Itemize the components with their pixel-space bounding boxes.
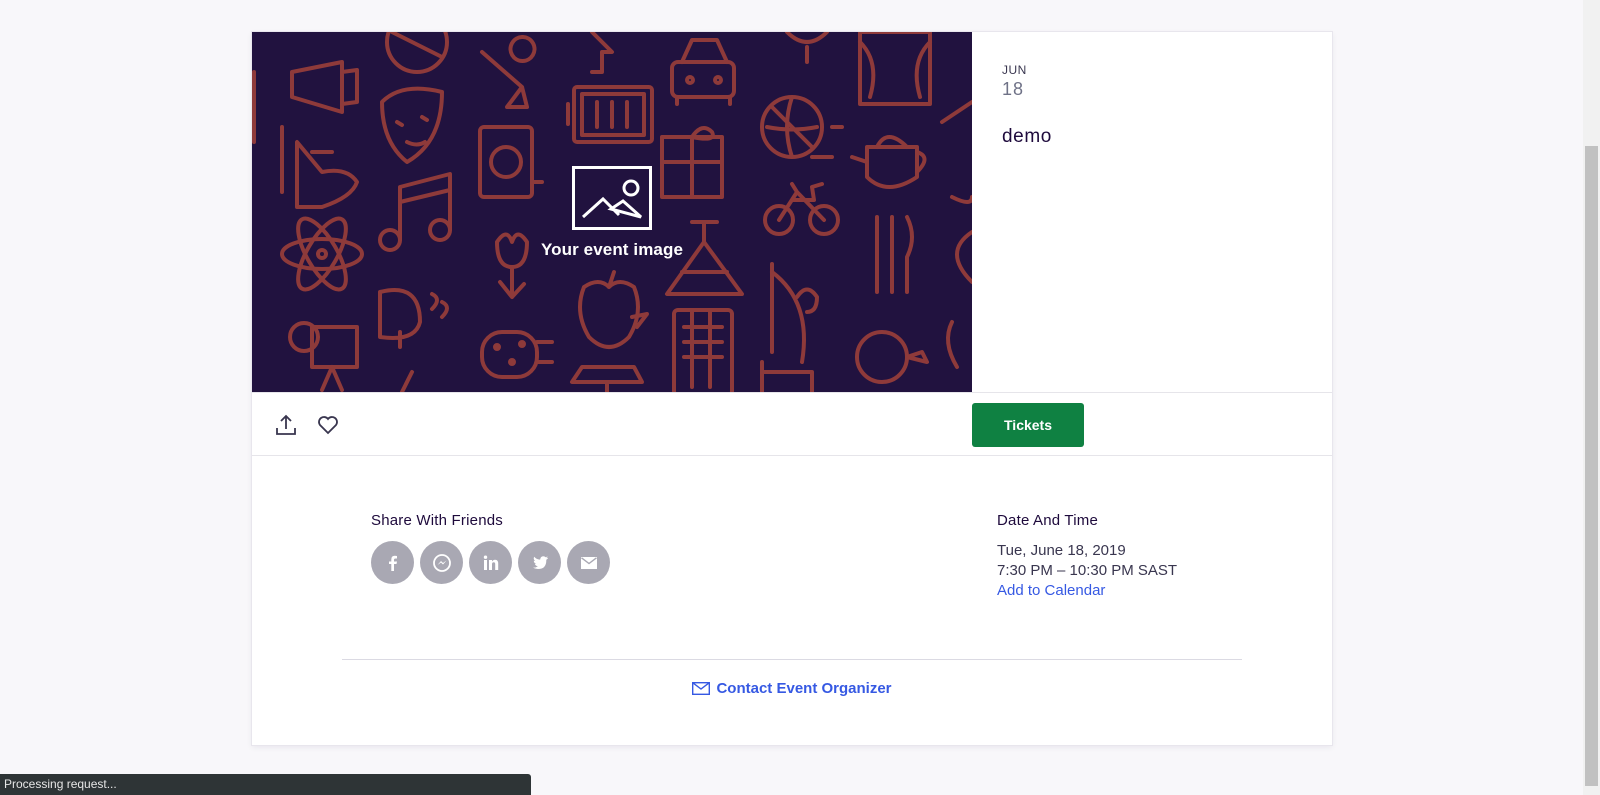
linkedin-icon	[483, 555, 498, 570]
envelope-icon	[692, 681, 711, 696]
share-heading: Share With Friends	[371, 512, 503, 529]
event-time: 7:30 PM – 10:30 PM SAST	[997, 562, 1178, 579]
facebook-share-button[interactable]	[371, 541, 414, 584]
event-date-month: JUN	[1002, 63, 1027, 77]
email-icon	[580, 556, 597, 569]
social-share-buttons	[371, 541, 610, 584]
divider	[342, 659, 1242, 660]
scrollbar-thumb[interactable]	[1585, 146, 1598, 786]
email-share-button[interactable]	[567, 541, 610, 584]
event-card: Your event image JUN 18 demo Tickets Sha…	[252, 32, 1332, 745]
event-image-prompt: Your event image	[252, 166, 972, 260]
event-title: demo	[1002, 126, 1052, 147]
heart-icon[interactable]	[316, 413, 340, 437]
image-icon	[572, 166, 652, 230]
linkedin-share-button[interactable]	[469, 541, 512, 584]
twitter-share-button[interactable]	[518, 541, 561, 584]
event-action-bar: Tickets	[252, 392, 1332, 456]
event-summary: JUN 18 demo	[972, 32, 1332, 392]
date-time-heading: Date And Time	[997, 512, 1098, 529]
twitter-icon	[533, 555, 548, 569]
event-page: Your event image JUN 18 demo Tickets Sha…	[0, 0, 1600, 795]
event-image-placeholder: Your event image	[252, 32, 972, 392]
vertical-scrollbar[interactable]	[1583, 0, 1600, 795]
messenger-icon	[432, 553, 451, 572]
facebook-icon	[388, 555, 397, 571]
messenger-share-button[interactable]	[420, 541, 463, 584]
add-to-calendar-link[interactable]: Add to Calendar	[997, 582, 1105, 599]
contact-organizer-link[interactable]: Contact Event Organizer	[252, 680, 1332, 697]
event-date: Tue, June 18, 2019	[997, 542, 1126, 559]
share-icon[interactable]	[274, 413, 298, 437]
contact-organizer-label: Contact Event Organizer	[716, 680, 892, 697]
event-date-day: 18	[1002, 79, 1025, 99]
event-image-caption: Your event image	[540, 240, 684, 259]
tickets-button[interactable]: Tickets	[972, 403, 1084, 447]
browser-status-bar: Processing request...	[0, 774, 531, 795]
